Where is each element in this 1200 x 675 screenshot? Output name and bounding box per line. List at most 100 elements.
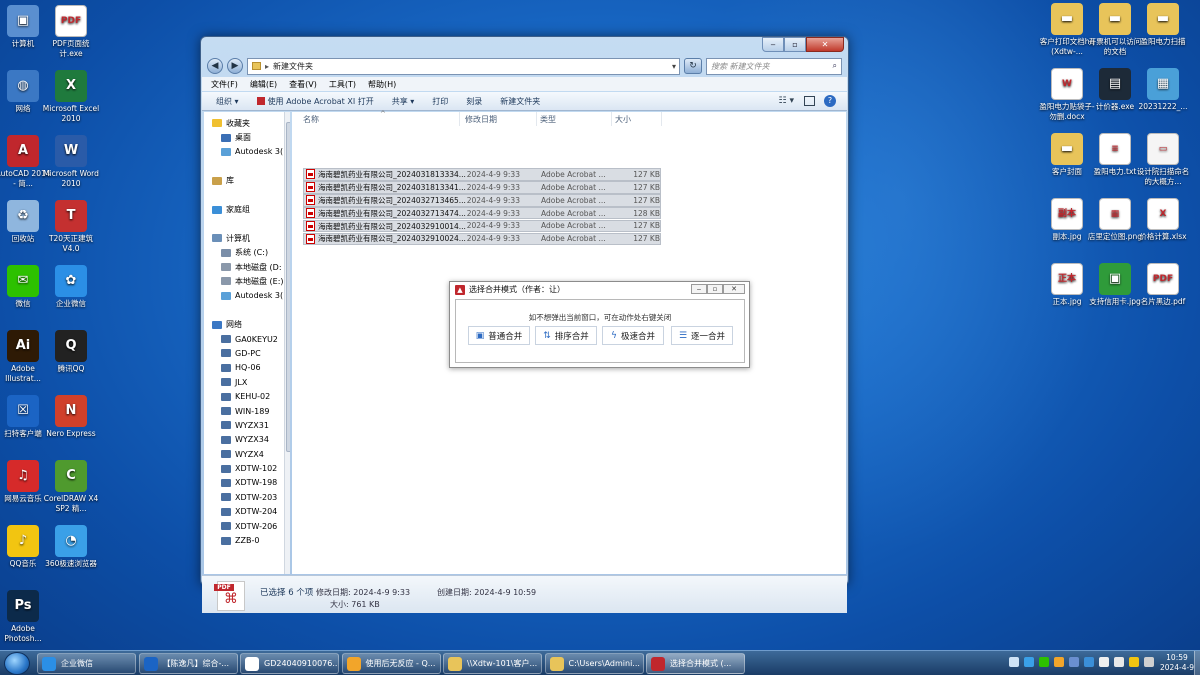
menu-item[interactable]: 文件(F) xyxy=(211,79,238,90)
toolbar-button[interactable]: 刻录 xyxy=(466,96,482,107)
merge-button[interactable]: ▣ 普通合并 xyxy=(468,326,530,345)
search-box[interactable]: 搜索 新建文件夹 ⌕ xyxy=(706,57,842,75)
start-button[interactable] xyxy=(4,652,30,675)
close-button[interactable]: ✕ xyxy=(806,37,844,52)
nav-item[interactable]: 系统 (C:) xyxy=(204,246,290,260)
toolbar-button[interactable]: 打印 xyxy=(432,96,448,107)
toolbar-button[interactable]: 组织 ▾ xyxy=(216,96,239,107)
tray-icon[interactable] xyxy=(1084,657,1094,667)
desktop-icon[interactable]: C CorelDRAW X4 SP2 精... xyxy=(42,460,100,514)
chevron-down-icon[interactable]: ▾ xyxy=(672,62,679,71)
preview-pane-icon[interactable] xyxy=(804,96,815,106)
file-row[interactable]: 海南碧凯药业有限公司_2024032910024... 2024-4-9 9:33… xyxy=(303,232,661,246)
desktop-icon[interactable]: ◔ 360极速浏览器 xyxy=(42,525,100,569)
desktop-icon[interactable]: ▦ 20231222_... xyxy=(1134,68,1192,112)
tray-icon[interactable] xyxy=(1054,657,1064,667)
column-header[interactable]: 修改日期 xyxy=(462,112,537,126)
toolbar-button[interactable]: 新建文件夹 xyxy=(500,96,540,107)
toolbar-button[interactable]: 共享 ▾ xyxy=(392,96,415,107)
nav-item[interactable]: WIN-189 xyxy=(204,404,290,418)
nav-item[interactable]: GA0KEYU2 xyxy=(204,332,290,346)
file-row[interactable]: 海南碧凯药业有限公司_2024032910014... 2024-4-9 9:33… xyxy=(303,219,661,233)
desktop-icon[interactable]: W Microsoft Word 2010 xyxy=(42,135,100,189)
merge-button[interactable]: ☰ 逐一合并 xyxy=(671,326,733,345)
nav-scrollbar[interactable] xyxy=(284,112,290,574)
tray-icon[interactable] xyxy=(1039,657,1049,667)
nav-item[interactable]: XDTW-204 xyxy=(204,505,290,519)
tray-icon[interactable] xyxy=(1024,657,1034,667)
nav-item[interactable]: XDTW-206 xyxy=(204,519,290,533)
nav-item[interactable]: GD-PC xyxy=(204,346,290,360)
tray-icon[interactable] xyxy=(1099,657,1109,667)
desktop-icon[interactable]: ▭ 设计院扫描命名的大概方... xyxy=(1134,133,1192,187)
back-button[interactable]: ◀ xyxy=(207,58,223,74)
nav-item[interactable]: Autodesk 3( xyxy=(204,289,290,303)
desktop-icon[interactable]: PDF PDF页面统计.exe xyxy=(42,5,100,59)
taskbar-item[interactable]: 选择合并模式 (... xyxy=(646,653,745,674)
nav-item[interactable]: HQ-06 xyxy=(204,361,290,375)
nav-item[interactable]: WYZX34 xyxy=(204,433,290,447)
nav-item[interactable]: 本地磁盘 (D: xyxy=(204,260,290,274)
file-row[interactable]: 海南碧凯药业有限公司_202403181333­4... 2024-4-9 9:3… xyxy=(303,168,661,181)
nav-item[interactable]: WYZX4 xyxy=(204,447,290,461)
menu-item[interactable]: 查看(V) xyxy=(289,79,317,90)
clock[interactable]: 10:59 2024-4-9 xyxy=(1160,653,1194,673)
nav-scrollbar-thumb[interactable] xyxy=(286,122,290,452)
taskbar-item[interactable]: \\Xdtw-101\客户... xyxy=(443,653,542,674)
tray-icon[interactable] xyxy=(1069,657,1079,667)
column-header[interactable]: 类型 xyxy=(537,112,612,126)
taskbar-item[interactable]: 企业微信 xyxy=(37,653,136,674)
toolbar-button[interactable]: 使用 Adobe Acrobat XI 打开 xyxy=(256,96,374,107)
nav-item[interactable]: 网络 xyxy=(204,317,290,331)
navigation-pane[interactable]: 收藏夹 桌面 Autodesk 3(库家庭组 计算机 系统 (C:) 本地磁盘 (D: 本地… xyxy=(204,112,290,574)
nav-item[interactable]: 计算机 xyxy=(204,231,290,245)
tray-icon[interactable] xyxy=(1129,657,1139,667)
view-options-icon[interactable]: ☷ ▾ xyxy=(779,96,794,106)
forward-button[interactable]: ▶ xyxy=(227,58,243,74)
nav-item[interactable]: 家庭组 xyxy=(204,202,290,216)
taskbar-item[interactable]: GD24040910076... xyxy=(240,653,339,674)
desktop-icon[interactable]: ▬ 盈阳电力扫描 xyxy=(1134,3,1192,47)
desktop-icon[interactable]: Ps Adobe Photosh... xyxy=(0,590,52,644)
desktop-icon[interactable]: Q 腾讯QQ xyxy=(42,330,100,374)
nav-item[interactable]: Autodesk 3( xyxy=(204,145,290,159)
maximize-button[interactable]: ▫ xyxy=(784,37,806,52)
dialog-minimize-button[interactable]: ‒ xyxy=(691,284,707,294)
file-row[interactable]: 海南碧凯药业有限公司_2024032713465... 2024-4-9 9:33… xyxy=(303,193,661,207)
nav-item[interactable]: WYZX31 xyxy=(204,418,290,432)
nav-item[interactable]: 桌面 xyxy=(204,130,290,144)
taskbar-item[interactable]: C:\Users\Admini... xyxy=(544,653,644,674)
file-row[interactable]: 海南碧凯药业有限公司_2024032713474... 2024-4-9 9:33… xyxy=(303,206,661,220)
minimize-button[interactable]: ‒ xyxy=(762,37,784,52)
nav-item[interactable]: 收藏夹 xyxy=(204,116,290,130)
nav-item[interactable]: XDTW-102 xyxy=(204,461,290,475)
help-icon[interactable]: ? xyxy=(824,95,836,107)
taskbar-item[interactable]: 使用后无反应 - Q... xyxy=(341,653,441,674)
show-desktop-button[interactable] xyxy=(1194,651,1200,675)
tray-icon[interactable] xyxy=(1114,657,1124,667)
nav-item[interactable]: 库 xyxy=(204,174,290,188)
desktop-icon[interactable]: PDF 名片黑边.pdf xyxy=(1134,263,1192,307)
file-row[interactable]: 海南碧凯药业有限公司_2024031813341... 2024-4-9 9:33… xyxy=(303,180,661,194)
nav-item[interactable]: XDTW-203 xyxy=(204,490,290,504)
desktop-icon[interactable]: T T20天正建筑V4.0 xyxy=(42,200,100,254)
nav-item[interactable]: XDTW-198 xyxy=(204,476,290,490)
address-bar[interactable]: ▸ 新建文件夹 ▾ xyxy=(247,57,680,75)
merge-button[interactable]: ⇅ 排序合并 xyxy=(535,326,597,345)
tray-icon[interactable] xyxy=(1144,657,1154,667)
search-input[interactable]: 搜索 新建文件夹 xyxy=(711,61,770,72)
nav-item[interactable]: KEHU-02 xyxy=(204,389,290,403)
desktop-icon[interactable]: X 价格计算.xlsx xyxy=(1134,198,1192,242)
dialog-close-button[interactable]: ✕ xyxy=(723,284,745,294)
tray-icon[interactable] xyxy=(1009,657,1019,667)
merge-button[interactable]: ϟ 极速合并 xyxy=(602,326,664,345)
refresh-button[interactable]: ↻ xyxy=(684,58,702,74)
menu-item[interactable]: 帮助(H) xyxy=(368,79,396,90)
search-icon[interactable]: ⌕ xyxy=(833,61,837,71)
nav-item[interactable]: 本地磁盘 (E:) xyxy=(204,274,290,288)
desktop-icon[interactable]: ✿ 企业微信 xyxy=(42,265,100,309)
nav-item[interactable]: ZZB-0 xyxy=(204,533,290,547)
desktop-icon[interactable]: N Nero Express xyxy=(42,395,100,439)
menu-item[interactable]: 工具(T) xyxy=(329,79,356,90)
column-header[interactable]: 大小 xyxy=(612,112,662,126)
